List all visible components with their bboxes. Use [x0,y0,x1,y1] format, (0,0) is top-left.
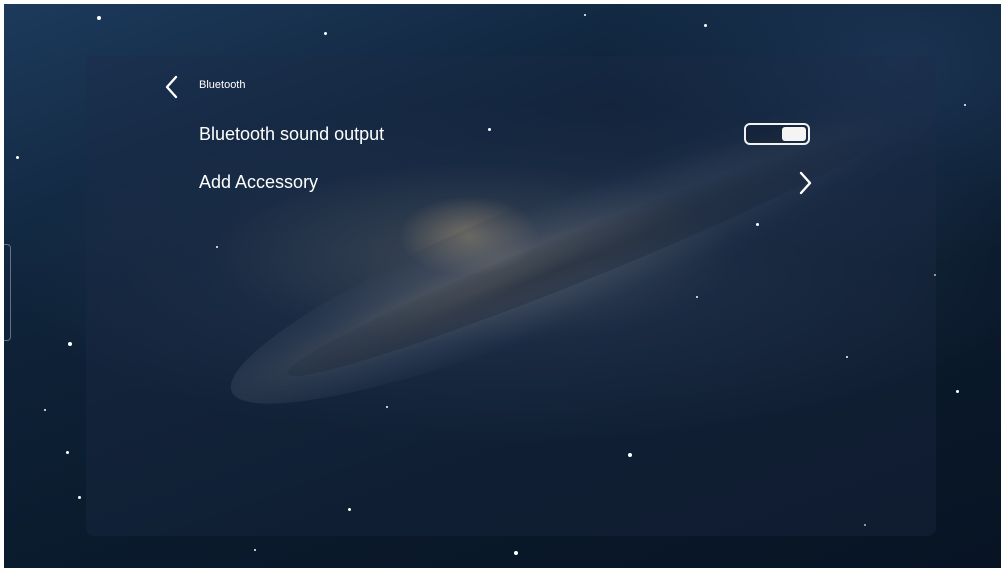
bluetooth-sound-output-row[interactable]: Bluetooth sound output [199,118,819,152]
star [386,406,388,408]
bluetooth-sound-output-toggle[interactable] [744,123,810,145]
star [44,409,46,411]
star [964,104,966,106]
star [68,342,72,346]
star [324,32,327,35]
add-accessory-label: Add Accessory [199,172,319,192]
star [348,508,351,511]
wallpaper-background [4,4,1001,568]
star [254,549,256,551]
star [696,296,698,298]
star [584,14,586,16]
star [514,551,518,555]
back-button[interactable] [160,74,184,100]
chevron-right-icon [795,170,815,196]
star [846,356,848,358]
star [628,453,632,457]
star [216,246,218,248]
star [66,451,69,454]
toggle-knob [782,127,806,141]
star [956,390,959,393]
page-title: Bluetooth [199,79,246,91]
side-edge-handle[interactable] [4,244,11,341]
add-accessory-row[interactable]: Add Accessory [199,166,819,200]
star [704,24,707,27]
star [97,16,101,20]
chevron-left-icon [165,75,178,99]
star [78,496,81,499]
star [756,223,759,226]
bluetooth-sound-output-label: Bluetooth sound output [199,124,385,144]
star [16,156,19,159]
